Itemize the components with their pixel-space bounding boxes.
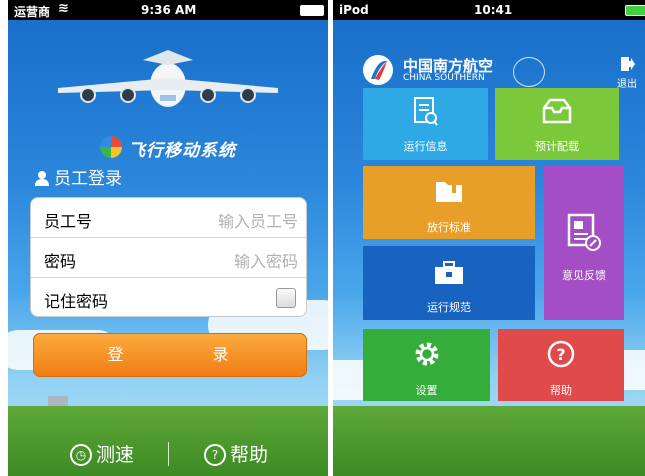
tile-flight-info-label: 运行信息 bbox=[403, 140, 448, 153]
tile-loading-label: 预计配载 bbox=[535, 140, 579, 153]
tile-loading[interactable]: 预计配载 bbox=[495, 88, 619, 160]
tile-flight-info[interactable]: 运行信息 bbox=[363, 88, 488, 160]
speed-test-button[interactable]: ◷ 测速 bbox=[70, 440, 134, 468]
tile-release-standard[interactable]: 放行标准 bbox=[363, 166, 535, 239]
employee-id-label: 员工号 bbox=[44, 212, 93, 231]
airplane-image bbox=[58, 50, 278, 107]
status-time: 9:36 AM bbox=[141, 3, 197, 17]
help-label: 帮助 bbox=[230, 444, 269, 466]
battery-icon bbox=[300, 5, 324, 16]
logout-icon bbox=[621, 57, 635, 71]
bottom-bar: ◷ 测速 ? 帮助 bbox=[8, 426, 328, 476]
gear-icon bbox=[415, 342, 438, 366]
tile-settings[interactable]: 设置 bbox=[363, 329, 490, 401]
speed-test-label: 测速 bbox=[96, 444, 135, 466]
tile-ops-rules-label: 运行规范 bbox=[427, 301, 471, 314]
app-logo-icon bbox=[100, 136, 122, 158]
password-field[interactable]: 密码 输入密码 bbox=[31, 238, 306, 278]
user-icon bbox=[35, 171, 49, 186]
login-button[interactable]: 登 录 bbox=[33, 333, 307, 377]
brand-name-en: CHINA SOUTHERN bbox=[403, 73, 485, 83]
remember-password-label: 记住密码 bbox=[44, 292, 109, 311]
login-title: 员工登录 bbox=[34, 164, 122, 189]
china-southern-logo-icon bbox=[363, 55, 393, 85]
remember-password-row[interactable]: 记住密码 bbox=[31, 278, 306, 317]
logout-button[interactable]: 退出 bbox=[615, 56, 639, 90]
help-icon: ? bbox=[204, 444, 226, 466]
grass bbox=[333, 406, 645, 476]
tile-release-standard-label: 放行标准 bbox=[427, 221, 471, 234]
tile-help[interactable]: ? 帮助 bbox=[498, 329, 624, 401]
inbox-tray-icon bbox=[542, 98, 572, 124]
dashboard-screen: iPod 10:41 中国南方航空 CHINA SOUTHERN 退出 运行信息 bbox=[333, 0, 645, 476]
brand-header: 中国南方航空 CHINA SOUTHERN bbox=[363, 55, 563, 89]
status-time: 10:41 bbox=[474, 3, 513, 17]
password-label: 密码 bbox=[44, 252, 77, 271]
toolbox-icon bbox=[435, 261, 463, 284]
skyteam-badge-icon bbox=[513, 57, 545, 87]
stopwatch-icon: ◷ bbox=[70, 444, 92, 466]
status-bar: iPod 10:41 bbox=[333, 0, 645, 20]
login-screen: 运营商 ≋ 9:36 AM 飞行移动系统 员工登录 员工号 输入员工号 密码 输… bbox=[8, 0, 328, 476]
help-button[interactable]: ? 帮助 bbox=[204, 440, 268, 468]
svg-text:?: ? bbox=[556, 345, 565, 364]
remember-password-checkbox[interactable] bbox=[276, 288, 296, 308]
folder-icon bbox=[436, 182, 462, 202]
tile-settings-label: 设置 bbox=[415, 384, 438, 397]
edit-document-icon bbox=[567, 213, 601, 251]
employee-id-input[interactable]: 输入员工号 bbox=[218, 208, 298, 232]
app-logo: 飞行移动系统 bbox=[100, 134, 280, 162]
document-search-icon bbox=[413, 97, 438, 126]
divider bbox=[168, 442, 169, 466]
status-bar: 运营商 ≋ 9:36 AM bbox=[8, 0, 328, 20]
login-title-text: 员工登录 bbox=[54, 169, 122, 189]
tile-feedback-label: 意见反馈 bbox=[562, 269, 606, 282]
carrier-label: 运营商 bbox=[14, 5, 51, 19]
tile-ops-rules[interactable]: 运行规范 bbox=[363, 246, 535, 320]
app-title: 飞行移动系统 bbox=[128, 141, 236, 161]
wifi-icon: ≋ bbox=[58, 1, 69, 16]
battery-icon bbox=[625, 5, 645, 16]
help-icon: ? bbox=[547, 340, 575, 368]
login-form: 员工号 输入员工号 密码 输入密码 记住密码 bbox=[30, 197, 307, 317]
password-input[interactable]: 输入密码 bbox=[234, 248, 298, 272]
device-label: iPod bbox=[339, 3, 369, 17]
tile-feedback[interactable]: 意见反馈 bbox=[544, 166, 624, 320]
tile-help-label: 帮助 bbox=[550, 384, 572, 397]
employee-id-field[interactable]: 员工号 输入员工号 bbox=[31, 198, 306, 238]
